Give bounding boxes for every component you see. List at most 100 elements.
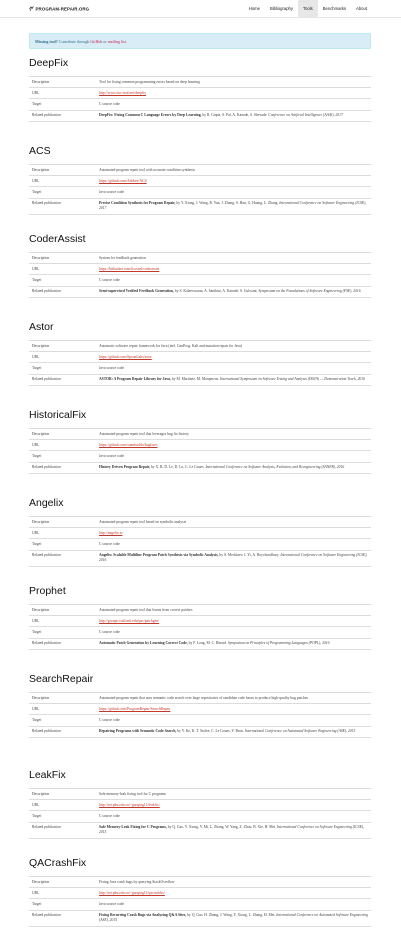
publication-venue: International Conference on Software Ana… bbox=[204, 465, 345, 470]
publication-title: Semi-supervised Verified Feedback Genera… bbox=[99, 289, 174, 294]
nav-tools[interactable]: Tools bbox=[297, 0, 318, 17]
tool-url-link[interactable]: https://bitbucket.com/iiscseal/coderassi… bbox=[99, 267, 159, 271]
main-nav: Home Bibliography Tools Benchmarks About bbox=[244, 0, 372, 17]
table-row: Related publication History Driven Progra… bbox=[29, 461, 371, 474]
publication-value: Automatic Patch Generation by Learning C… bbox=[96, 637, 371, 650]
publication-title: Fixing Recurring Crash Bugs via Analyzin… bbox=[99, 913, 187, 918]
table-row: Description Automated program repair tool… bbox=[29, 603, 371, 616]
tool-section: HistoricalFix Description Automated progra… bbox=[29, 408, 371, 474]
table-row: Description Automated program repair tool… bbox=[29, 163, 371, 176]
publication-authors: by Y. Xiong, J. Wang, R. Yan, J. Zhang, … bbox=[175, 201, 279, 206]
table-row: Related publication Angelix: Scalable Mul… bbox=[29, 549, 371, 567]
publication-label: Related publication bbox=[29, 821, 96, 839]
publication-venue: International Conference on Automated So… bbox=[243, 729, 356, 734]
publication-venue: Symposium on the Foundations of Software… bbox=[257, 289, 361, 294]
navbar-divider bbox=[0, 17, 401, 18]
publication-authors: by X. B. D. Le, D. Lo, C. Le Goues. bbox=[150, 465, 205, 470]
github-link[interactable]: GitHub bbox=[90, 39, 102, 44]
publication-venue: Symposium on Principles of Programming L… bbox=[226, 641, 330, 646]
tool-url-link[interactable]: https://github.com/SpoonLabs/astor bbox=[99, 355, 152, 359]
table-row: Description Automated program repair tool… bbox=[29, 427, 371, 440]
publication-title: Repairing Programs with Semantic Code Se… bbox=[99, 729, 177, 734]
publication-value: Safe Memory-Leak Fixing for C Programs, … bbox=[96, 821, 371, 839]
target-value: Java source code bbox=[96, 898, 371, 911]
publication-title: History Driven Program Repair, bbox=[99, 465, 151, 470]
table-row: Target Java source code bbox=[29, 898, 371, 911]
tool-section: QACrashFix Description Fixing Java crash b… bbox=[29, 856, 371, 927]
tool-url-link[interactable]: http://groups.csail.mit.edu/pac/patchgen… bbox=[99, 619, 159, 623]
nav-about[interactable]: About bbox=[351, 0, 372, 17]
publication-label: Related publication bbox=[29, 549, 96, 567]
tool-section: LeakFix Description Safe memory-leak fixin… bbox=[29, 768, 371, 839]
publication-title: Angelix: Scalable Multiline Program Patc… bbox=[99, 553, 219, 558]
tool-table: Description Safe memory-leak fixing tool … bbox=[29, 787, 371, 839]
url-cell: http://sei.pku.edu.cn/~gaoqing11/leakfix… bbox=[96, 799, 371, 811]
tool-url-link[interactable]: http://angelix.io bbox=[99, 531, 122, 535]
target-label: Target bbox=[29, 714, 96, 727]
target-value: C source code bbox=[96, 98, 371, 111]
tool-title: Astor bbox=[29, 321, 54, 333]
url-label: URL bbox=[29, 703, 96, 715]
tool-url-link[interactable]: http://sei.pku.edu.cn/~gaoqing11/qacrash… bbox=[99, 891, 165, 895]
publication-value: Angelix: Scalable Multiline Program Patc… bbox=[96, 549, 371, 567]
publication-title: Precise Condition Synthesis for Program … bbox=[99, 201, 176, 206]
tool-title: Prophet bbox=[29, 585, 66, 597]
table-row: URL https://github.com/xuanbachle/bugfixe… bbox=[29, 439, 371, 451]
tool-table: Description Automated program repair tool… bbox=[29, 603, 371, 650]
table-row: Target C source code bbox=[29, 810, 371, 823]
nav-bibliography[interactable]: Bibliography bbox=[265, 0, 298, 17]
tool-title: HistoricalFix bbox=[29, 409, 87, 421]
publication-venue: International Symposium on Software Test… bbox=[218, 377, 365, 382]
tool-section: ACS Description Automated program repair t… bbox=[29, 144, 371, 215]
publication-authors: by Q. Gao, Y. Xiong, Y. Mi, L. Zhang, W.… bbox=[166, 825, 277, 830]
tool-title: ACS bbox=[29, 145, 51, 157]
table-row: Related publication Repairing Programs wi… bbox=[29, 725, 371, 738]
tool-url-link[interactable]: https://github.com/Adobee/ACS bbox=[99, 179, 147, 183]
table-row: Related publication Automatic Patch Gener… bbox=[29, 637, 371, 650]
tool-url-link[interactable]: https://github.com/xuanbachle/bugfixes bbox=[99, 443, 157, 447]
publication-label: Related publication bbox=[29, 109, 96, 122]
publication-value: Semi-supervised Verified Feedback Genera… bbox=[96, 285, 371, 298]
table-row: URL https://github.com/Adobee/ACS bbox=[29, 175, 371, 187]
table-row: Related publication Safe Memory-Leak Fixi… bbox=[29, 821, 371, 839]
table-row: Description Tool for fixing common progra… bbox=[29, 75, 371, 88]
tool-title: SearchRepair bbox=[29, 673, 94, 685]
url-cell: http://groups.csail.mit.edu/pac/patchgen… bbox=[96, 615, 371, 627]
tool-url-link[interactable]: http://sei.pku.edu.cn/~gaoqing11/leakfix… bbox=[99, 803, 160, 807]
table-row: URL http://sei.pku.edu.cn/~gaoqing11/qacr… bbox=[29, 887, 371, 899]
publication-authors: by S. Kaleeswaran, A. Santhiar, A. Kanad… bbox=[173, 289, 258, 294]
mailing-list-link[interactable]: mailing list bbox=[108, 39, 126, 44]
publication-label: Related publication bbox=[29, 461, 96, 474]
table-row: URL http://angelix.io bbox=[29, 527, 371, 539]
description-value: Fixing Java crash bugs by querying Stack… bbox=[96, 875, 371, 888]
publication-title: Automatic Patch Generation by Learning C… bbox=[99, 641, 188, 646]
table-row: Target C source code bbox=[29, 98, 371, 111]
target-label: Target bbox=[29, 810, 96, 823]
url-cell: http://sei.pku.edu.cn/~gaoqing11/qacrash… bbox=[96, 887, 371, 899]
table-row: Target C source code bbox=[29, 274, 371, 287]
publication-value: Repairing Programs with Semantic Code Se… bbox=[96, 725, 371, 738]
tool-table: Description Automated program repair tool… bbox=[29, 163, 371, 215]
tool-url-link[interactable]: https://github.com/ProgramRepair/SearchR… bbox=[99, 707, 170, 711]
target-label: Target bbox=[29, 98, 96, 111]
table-row: URL https://bitbucket.com/iiscseal/codera… bbox=[29, 263, 371, 275]
tool-table: Description Automated program repair that… bbox=[29, 691, 371, 738]
description-value: Automatic software repair framework for … bbox=[96, 339, 371, 352]
tool-url-link[interactable]: http://www.iisc-seal.net/deepfix bbox=[99, 91, 146, 95]
table-row: Target Java source code bbox=[29, 186, 371, 199]
publication-value: Fixing Recurring Crash Bugs via Analyzin… bbox=[96, 909, 371, 927]
url-cell: https://github.com/xuanbachle/bugfixes bbox=[96, 439, 371, 451]
tool-table: Description Fixing Java crash bugs by que… bbox=[29, 875, 371, 927]
nav-home[interactable]: Home bbox=[244, 0, 265, 17]
brand-link[interactable]: PROGRAM-REPAIR.ORG bbox=[29, 6, 89, 11]
description-label: Description bbox=[29, 515, 96, 528]
publication-authors: by M. Martinez, M. Monperrus. bbox=[170, 377, 219, 382]
publication-authors: by R. Gupta, S. Pal, A. Kanade, S. Sheva… bbox=[201, 113, 268, 118]
publication-value: Precise Condition Synthesis for Program … bbox=[96, 197, 371, 215]
table-row: URL http://groups.csail.mit.edu/pac/patch… bbox=[29, 615, 371, 627]
url-label: URL bbox=[29, 527, 96, 539]
target-label: Target bbox=[29, 538, 96, 551]
nav-benchmarks[interactable]: Benchmarks bbox=[318, 0, 351, 17]
url-label: URL bbox=[29, 351, 96, 363]
table-row: Description Automated program repair that… bbox=[29, 691, 371, 704]
